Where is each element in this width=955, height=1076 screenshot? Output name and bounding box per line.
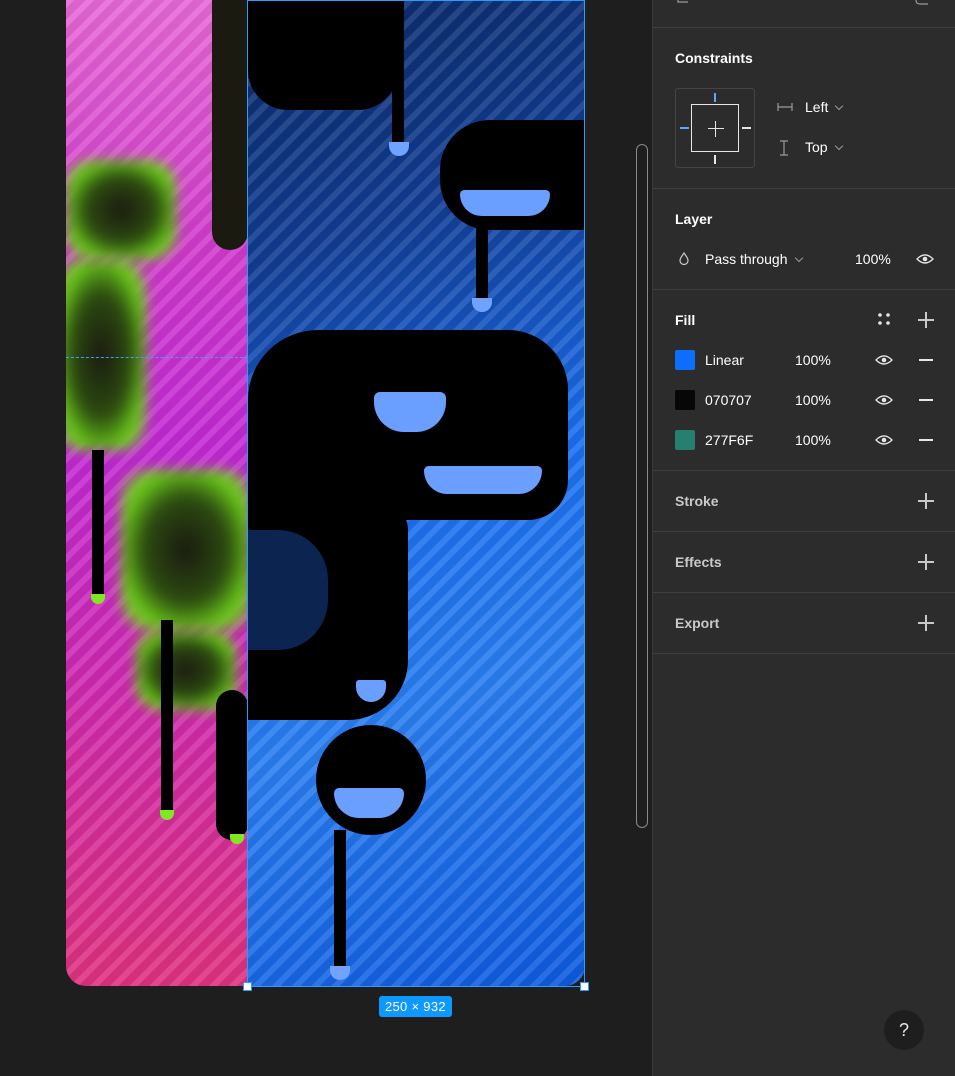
drip xyxy=(161,620,173,815)
frame-size-badge: 250 × 932 xyxy=(379,996,452,1017)
constraint-right-bar[interactable] xyxy=(742,127,751,129)
green-blob xyxy=(66,160,176,260)
constraint-top-bar[interactable] xyxy=(714,93,716,102)
black-blob xyxy=(248,0,398,110)
blue-highlight xyxy=(460,190,550,216)
constraint-bottom-bar[interactable] xyxy=(714,155,716,164)
eye-icon[interactable] xyxy=(916,253,934,265)
drip xyxy=(476,220,488,305)
export-section: Export xyxy=(653,593,955,654)
fill-section: Fill Linear 100% 070707 100% 277F6F 100% xyxy=(653,290,955,471)
design-canvas[interactable]: 250 × 932 xyxy=(0,0,652,1076)
add-stroke-button[interactable] xyxy=(918,493,934,509)
vertical-constraint-value: Top xyxy=(805,139,828,155)
stroke-section: Stroke xyxy=(653,471,955,532)
fill-opacity-input[interactable]: 100% xyxy=(795,392,831,408)
export-title: Export xyxy=(675,615,720,631)
drip xyxy=(92,450,104,600)
artwork-left-panel[interactable] xyxy=(66,0,248,986)
drop-icon xyxy=(679,252,689,265)
horizontal-constraint-dropdown[interactable]: Left xyxy=(805,99,844,115)
dark-column xyxy=(216,690,248,840)
green-blob xyxy=(66,260,146,450)
chevron-down-icon xyxy=(834,141,843,151)
constraints-section: Constraints Left Top xyxy=(653,28,955,189)
effects-title: Effects xyxy=(675,554,722,570)
add-fill-button[interactable] xyxy=(918,312,934,328)
green-blob xyxy=(121,470,248,630)
fill-opacity-input[interactable]: 100% xyxy=(795,432,831,448)
corner-radius-icon[interactable] xyxy=(915,0,929,6)
fill-hex-input[interactable]: 070707 xyxy=(705,392,752,408)
drip xyxy=(334,830,346,980)
remove-fill-button[interactable] xyxy=(918,352,934,368)
horizontal-constraint-value: Left xyxy=(805,99,829,115)
resize-handle-bottom-right[interactable] xyxy=(580,982,589,991)
help-button[interactable]: ? xyxy=(884,1010,924,1050)
fill-hex-input[interactable]: 277F6F xyxy=(705,432,753,448)
rotation-icon xyxy=(677,0,688,3)
fill-type-label[interactable]: Linear xyxy=(705,352,744,368)
layer-title: Layer xyxy=(675,211,713,227)
fill-swatch[interactable] xyxy=(675,390,695,410)
canvas-scrollbar[interactable] xyxy=(636,144,648,828)
navy-blob xyxy=(248,530,328,650)
blue-highlight xyxy=(424,466,542,494)
eye-icon[interactable] xyxy=(875,434,893,446)
remove-fill-button[interactable] xyxy=(918,432,934,448)
fill-swatch[interactable] xyxy=(675,430,695,450)
remove-fill-button[interactable] xyxy=(918,392,934,408)
resize-handle-bottom-left[interactable] xyxy=(243,982,252,991)
black-blob xyxy=(316,725,426,835)
position-section-partial xyxy=(653,0,955,28)
properties-panel: Constraints Left Top Layer Pass through xyxy=(652,0,955,1076)
guide-line xyxy=(66,357,248,358)
blend-mode-value: Pass through xyxy=(705,251,788,267)
layer-opacity-input[interactable]: 100% xyxy=(855,251,891,267)
chevron-down-icon xyxy=(794,253,803,263)
add-effect-button[interactable] xyxy=(918,554,934,570)
add-export-button[interactable] xyxy=(918,615,934,631)
constraint-inner-frame xyxy=(691,104,739,152)
horizontal-constraint-icon xyxy=(777,103,793,111)
eye-icon[interactable] xyxy=(875,354,893,366)
style-dots-icon[interactable] xyxy=(877,312,891,326)
effects-section: Effects xyxy=(653,532,955,593)
fill-title: Fill xyxy=(675,312,696,328)
vertical-constraint-icon xyxy=(780,140,788,156)
artwork-right-panel[interactable] xyxy=(248,0,585,986)
constraint-left-bar[interactable] xyxy=(680,127,689,129)
chevron-down-icon xyxy=(835,101,844,111)
blend-mode-dropdown[interactable]: Pass through xyxy=(705,251,803,267)
stroke-title: Stroke xyxy=(675,493,719,509)
constraints-title: Constraints xyxy=(675,50,753,66)
drip xyxy=(392,0,404,150)
layer-section: Layer Pass through 100% xyxy=(653,189,955,290)
fill-swatch[interactable] xyxy=(675,350,695,370)
constraint-widget[interactable] xyxy=(675,88,755,168)
fill-opacity-input[interactable]: 100% xyxy=(795,352,831,368)
dark-column xyxy=(212,0,248,250)
vertical-constraint-dropdown[interactable]: Top xyxy=(805,139,843,155)
eye-icon[interactable] xyxy=(875,394,893,406)
